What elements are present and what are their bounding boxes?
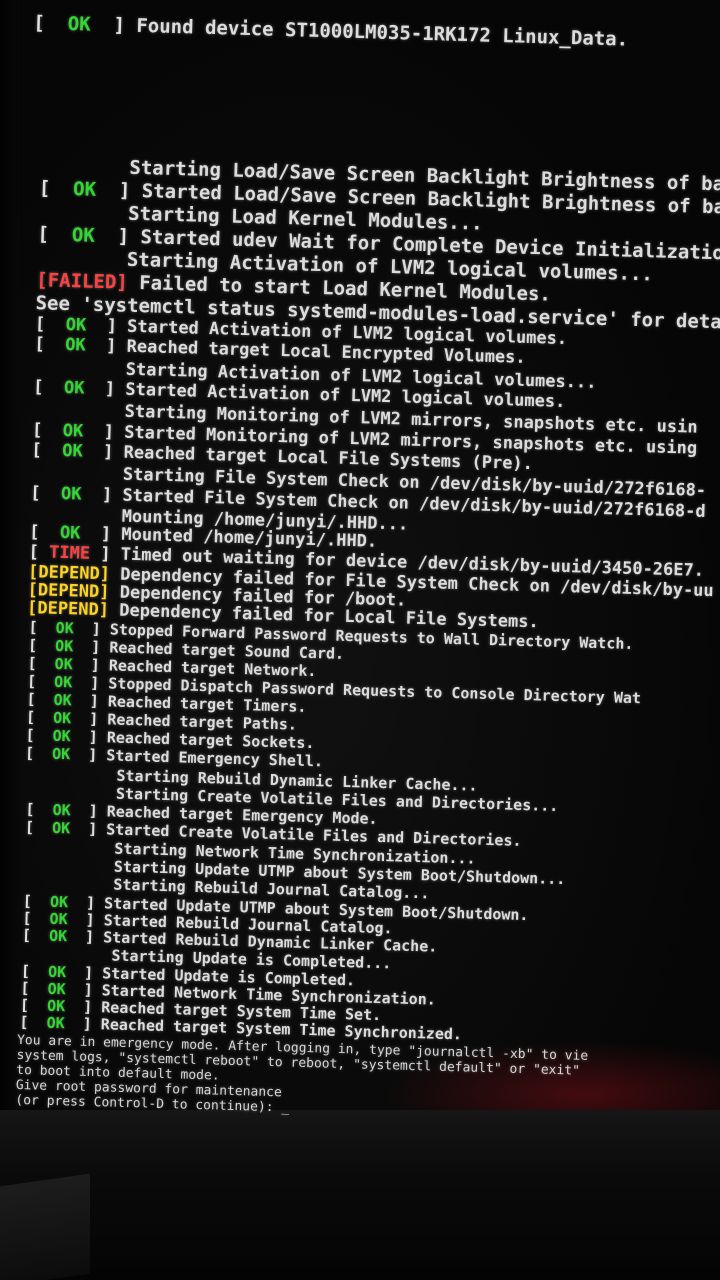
status-badge-ok: [ OK ] [28, 522, 122, 545]
status-badge-ok: [ OK ] [24, 818, 107, 839]
status-badge-failed: [FAILED] [35, 269, 140, 295]
status-badge-ok: [ OK ] [25, 800, 108, 821]
status-badge-ok: [ OK ] [27, 636, 110, 657]
status-badge-depend: [DEPEND] [26, 598, 120, 621]
status-badge-ok: [ OK ] [30, 483, 123, 506]
status-badge-ok: [ OK ] [33, 377, 126, 400]
monitor-bezel-bottom [0, 1110, 720, 1280]
status-badge-ok: [ OK ] [26, 690, 109, 711]
status-badge-ok: [ OK ] [34, 314, 128, 337]
text-cursor: _ [281, 1100, 290, 1116]
status-badge-ok: [ OK ] [38, 177, 143, 203]
status-badge-ok: [ OK ] [26, 672, 109, 693]
status-badge-ok: [ OK ] [25, 708, 108, 729]
status-badge-ok: [ OK ] [31, 440, 124, 463]
status-badge-ok: [ OK ] [33, 11, 137, 37]
status-badge-time: [ TIME ] [28, 542, 122, 565]
status-badge-ok: [ OK ] [28, 618, 111, 639]
status-badge-ok: [ OK ] [27, 654, 110, 675]
desk-corner [0, 1173, 90, 1280]
status-badge-ok: [ OK ] [25, 726, 108, 747]
status-badge-ok: [ OK ] [34, 334, 127, 357]
status-badge-ok: [ OK ] [24, 744, 107, 765]
status-badge-ok: [ OK ] [37, 223, 141, 249]
status-badge-ok: [ OK ] [31, 420, 125, 443]
status-badge-ok: [ OK ] [21, 926, 104, 947]
photo-of-monitor: [ OK ] Found device ST1000LM035-1RK172 L… [0, 0, 720, 1280]
status-badge-ok: [ OK ] [19, 1012, 102, 1034]
